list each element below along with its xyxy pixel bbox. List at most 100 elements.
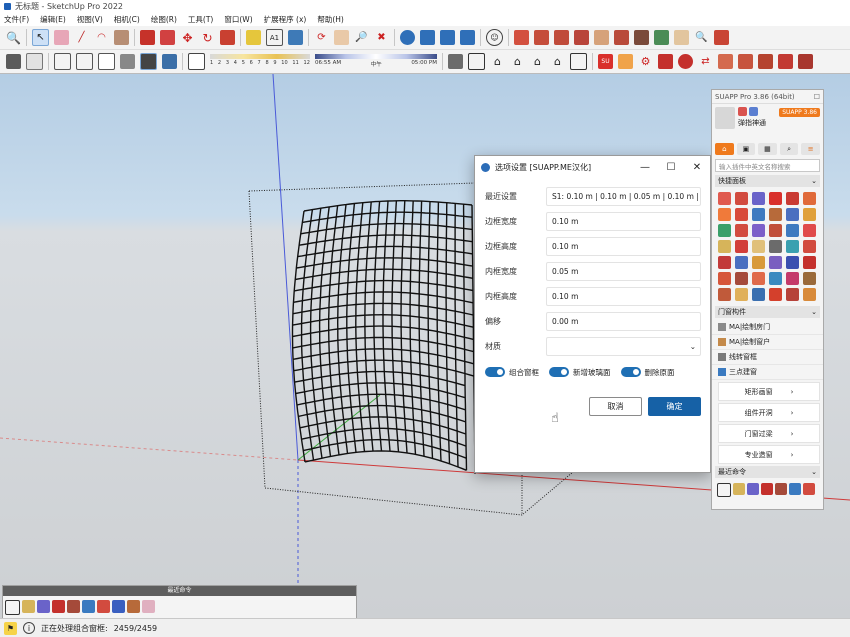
extension-manager-icon[interactable] bbox=[460, 30, 475, 45]
plugin-tool-icon[interactable] bbox=[735, 208, 748, 221]
recent-command-icon[interactable] bbox=[22, 600, 35, 613]
inner-width-input[interactable]: 0.05 m bbox=[546, 262, 701, 281]
quick-panel-header[interactable]: 快捷面板 ⌄ bbox=[715, 175, 820, 187]
delete-face-toggle[interactable]: 删除原面 bbox=[620, 367, 675, 378]
menu-view[interactable]: 视图(V) bbox=[77, 14, 103, 25]
panel-minimize-icon[interactable]: ☐ bbox=[814, 93, 820, 101]
plugin-tool-icon[interactable] bbox=[735, 240, 748, 253]
plugin-tool-a-icon[interactable] bbox=[718, 54, 733, 69]
plugin-magnet-icon[interactable] bbox=[678, 54, 693, 69]
group-frame-toggle[interactable]: 组合窗框 bbox=[485, 367, 539, 378]
shaded-icon[interactable] bbox=[120, 54, 135, 69]
bottom-view-icon[interactable] bbox=[570, 53, 587, 70]
minimize-icon[interactable]: — bbox=[632, 162, 658, 173]
sub-menu-item[interactable]: 门窗过梁 › bbox=[718, 424, 820, 443]
recent-command-icon[interactable] bbox=[82, 600, 95, 613]
suapp-icon[interactable]: SU bbox=[598, 54, 613, 69]
plugin-tool-icon[interactable] bbox=[769, 192, 782, 205]
credits-icon[interactable]: ⚑ bbox=[4, 621, 17, 635]
info-icon[interactable]: i bbox=[23, 622, 35, 634]
zoom-extents-icon[interactable]: ✖ bbox=[374, 30, 389, 45]
recent-command-icon[interactable] bbox=[717, 483, 731, 497]
close-icon[interactable]: ✕ bbox=[684, 162, 710, 173]
share-model-icon[interactable] bbox=[420, 30, 435, 45]
move-tool-icon[interactable]: ✥ bbox=[180, 30, 195, 45]
list-item[interactable]: 三点建窗 bbox=[712, 365, 823, 380]
inner-height-input[interactable]: 0.10 m bbox=[546, 287, 701, 306]
recent-command-icon[interactable] bbox=[761, 483, 773, 495]
menu-edit[interactable]: 编辑(E) bbox=[40, 14, 66, 25]
plugin-tool-icon[interactable] bbox=[769, 272, 782, 285]
arc-tool-icon[interactable]: ◠ bbox=[94, 30, 109, 45]
recent-settings-select[interactable]: S1: 0.10 m | 0.10 m | 0.05 m | 0.10 m | … bbox=[546, 187, 701, 206]
paint-bucket-icon[interactable] bbox=[288, 30, 303, 45]
menu-extensions[interactable]: 扩展程序 (x) bbox=[264, 14, 307, 25]
text-tool-icon[interactable]: A1 bbox=[266, 29, 283, 46]
tape-measure-icon[interactable] bbox=[246, 30, 261, 45]
plugin-tool-icon[interactable] bbox=[803, 208, 816, 221]
recent-command-icon[interactable] bbox=[37, 600, 50, 613]
recent-section-header[interactable]: 最近命令 ⌄ bbox=[715, 466, 820, 478]
toggle-switch-icon[interactable] bbox=[485, 367, 505, 377]
recent-command-icon[interactable] bbox=[142, 600, 155, 613]
menu-tab-icon[interactable]: ≡ bbox=[801, 143, 820, 155]
plugin-tool-icon[interactable] bbox=[786, 208, 799, 221]
add-glass-toggle[interactable]: 新增玻璃面 bbox=[549, 367, 611, 378]
plugin-tool-icon[interactable] bbox=[786, 240, 799, 253]
shaded-texture-icon[interactable] bbox=[140, 53, 157, 70]
component-icon[interactable] bbox=[6, 54, 21, 69]
plugin-tool-icon[interactable] bbox=[769, 288, 782, 301]
eraser-tool-icon[interactable] bbox=[54, 30, 69, 45]
avatar[interactable] bbox=[715, 107, 735, 129]
xray-icon[interactable] bbox=[54, 53, 71, 70]
plugin-tool-d-icon[interactable] bbox=[778, 54, 793, 69]
plugin-tool-icon[interactable] bbox=[735, 192, 748, 205]
rectangle-tool-icon[interactable] bbox=[114, 30, 129, 45]
plugin-tool-icon[interactable] bbox=[752, 256, 765, 269]
plugin-tool-icon[interactable] bbox=[803, 272, 816, 285]
plugin-tool-icon[interactable] bbox=[735, 288, 748, 301]
warehouse-icon[interactable] bbox=[400, 30, 415, 45]
plugin-tool-icon[interactable] bbox=[718, 288, 731, 301]
menu-file[interactable]: 文件(F) bbox=[4, 14, 29, 25]
plugin-tool-icon[interactable] bbox=[718, 224, 731, 237]
previous-view-icon[interactable] bbox=[714, 30, 729, 45]
wireframe-icon[interactable] bbox=[76, 53, 93, 70]
offset-input[interactable]: 0.00 m bbox=[546, 312, 701, 331]
recent-command-icon[interactable] bbox=[733, 483, 745, 495]
section-fill-icon[interactable] bbox=[574, 30, 589, 45]
doors-section-header[interactable]: 门窗构件 ⌄ bbox=[715, 306, 820, 318]
sub-menu-item[interactable]: 矩形画窗 › bbox=[718, 382, 820, 401]
plugin-tool-icon[interactable] bbox=[769, 240, 782, 253]
line-tool-icon[interactable]: ╱ bbox=[74, 30, 89, 45]
cancel-button[interactable]: 取消 bbox=[589, 397, 642, 416]
plugin-tool-icon[interactable] bbox=[752, 224, 765, 237]
push-pull-tool-icon[interactable] bbox=[140, 30, 155, 45]
front-view-icon[interactable]: ⌂ bbox=[490, 54, 505, 69]
recent-command-icon[interactable] bbox=[5, 600, 20, 615]
menu-draw[interactable]: 绘图(R) bbox=[151, 14, 177, 25]
plugin-tool-icon[interactable] bbox=[786, 256, 799, 269]
toggle-switch-icon[interactable] bbox=[549, 367, 569, 377]
plugin-tool-icon[interactable] bbox=[718, 256, 731, 269]
list-item[interactable]: 线转窗框 bbox=[712, 350, 823, 365]
sub-menu-item[interactable]: 组件开洞 › bbox=[718, 403, 820, 422]
recent-bar-title[interactable]: 最近命令 bbox=[3, 586, 356, 596]
pan-camera-icon[interactable] bbox=[674, 30, 689, 45]
list-item[interactable]: MA|绘制窗户 bbox=[712, 335, 823, 350]
recent-command-icon[interactable] bbox=[52, 600, 65, 613]
plugin-tool-icon[interactable] bbox=[735, 272, 748, 285]
zoom-window-icon[interactable]: 🔍 bbox=[694, 30, 709, 45]
list-item[interactable]: MA|绘制房门 bbox=[712, 320, 823, 335]
group-icon[interactable] bbox=[26, 53, 43, 70]
plugin-tool-icon[interactable] bbox=[752, 272, 765, 285]
zoom-icon[interactable]: 🔎 bbox=[354, 30, 369, 45]
plugin-tool-icon[interactable] bbox=[735, 224, 748, 237]
menu-window[interactable]: 窗口(W) bbox=[224, 14, 252, 25]
dialog-title-bar[interactable]: 选项设置 [SUAPP.ME汉化] — ☐ ✕ bbox=[475, 156, 710, 178]
material-select[interactable]: ⌄ bbox=[546, 337, 701, 356]
pan-tool-icon[interactable] bbox=[334, 30, 349, 45]
iso-view-icon[interactable] bbox=[448, 54, 463, 69]
plugin-search-input[interactable]: 输入插件中英文名称搜索 bbox=[715, 159, 820, 172]
follow-me-tool-icon[interactable] bbox=[160, 30, 175, 45]
